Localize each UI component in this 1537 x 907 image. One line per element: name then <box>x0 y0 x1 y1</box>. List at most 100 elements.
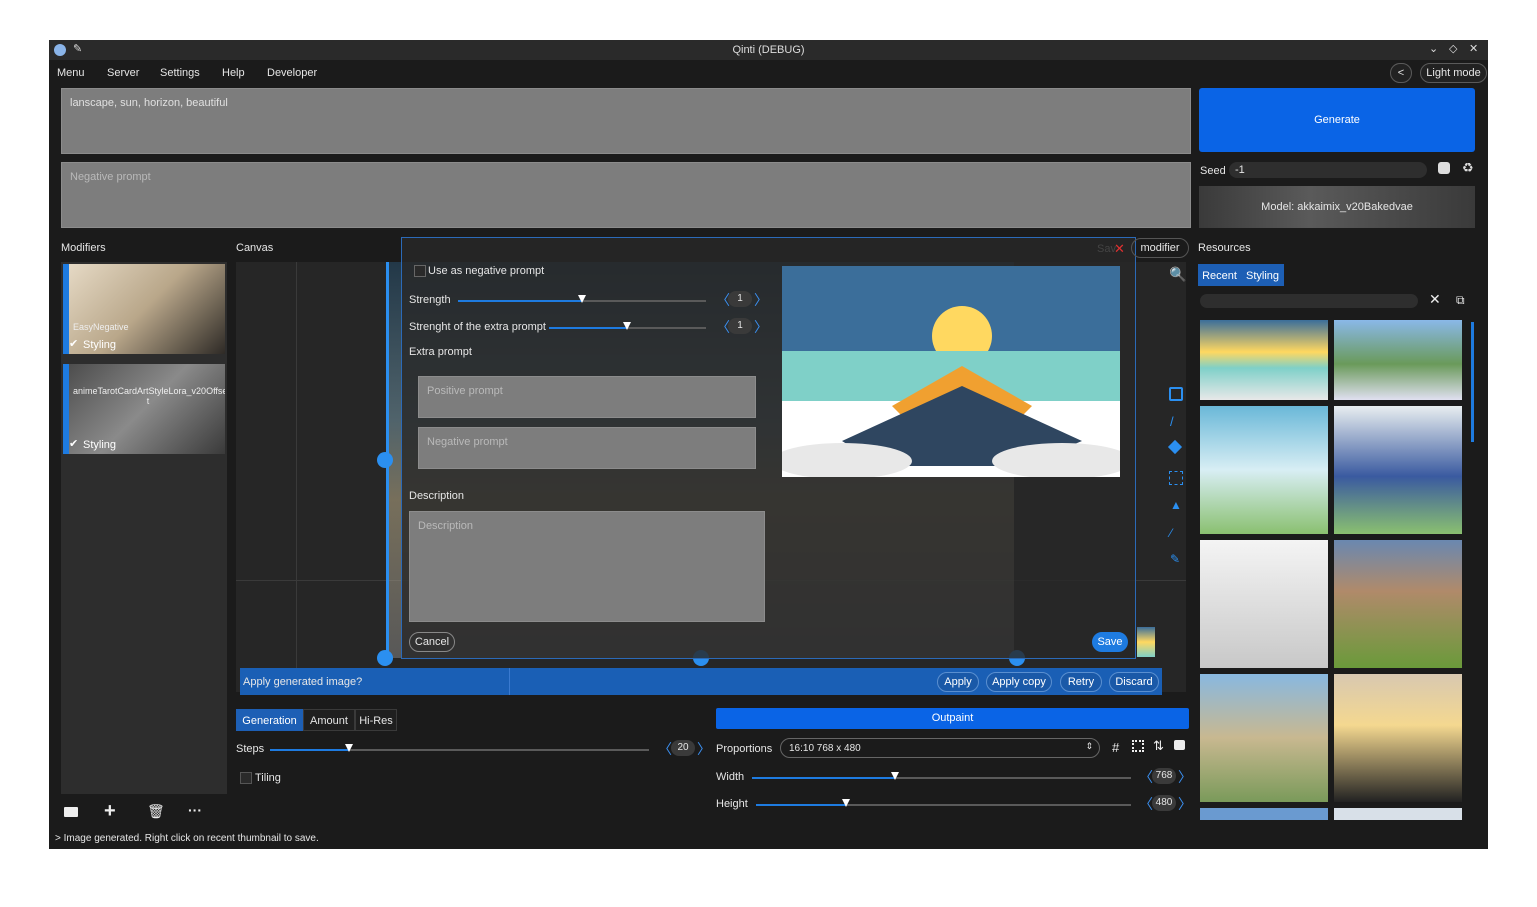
recent-thumbnail[interactable] <box>1334 320 1462 400</box>
height-decrement[interactable]: 〈 <box>1139 797 1153 811</box>
recent-thumbnail[interactable] <box>1200 808 1328 820</box>
clear-search-icon[interactable]: ✕ <box>1429 291 1441 308</box>
resize-handle[interactable] <box>377 452 393 468</box>
swap-icon[interactable]: ⇅ <box>1153 738 1164 754</box>
steps-value[interactable]: 20 <box>671 740 695 756</box>
fullscreen-icon[interactable] <box>1132 740 1144 752</box>
modifier-checkbox[interactable]: ✔ <box>69 337 78 350</box>
chevron-updown-icon: ⇕ <box>1085 741 1093 751</box>
seed-input[interactable]: -1 <box>1229 162 1427 178</box>
height-increment[interactable]: 〉 <box>1178 797 1192 811</box>
save-button[interactable]: Save <box>1092 632 1128 652</box>
fill-icon[interactable]: ▲ <box>1170 498 1182 512</box>
strength-increment[interactable]: 〉 <box>754 293 768 307</box>
recent-thumbnail[interactable] <box>1200 320 1328 400</box>
steps-increment[interactable]: 〉 <box>697 742 711 756</box>
height-value[interactable]: 480 <box>1152 795 1176 811</box>
grid-icon[interactable]: # <box>1112 740 1119 755</box>
model-selector[interactable]: Model: akkaimix_v20Bakedvae <box>1199 186 1475 228</box>
description-label: Description <box>409 490 465 502</box>
recent-thumbnail[interactable] <box>1334 808 1462 820</box>
recent-thumbnail[interactable] <box>1334 540 1462 668</box>
menu-item-help[interactable]: Help <box>222 67 245 79</box>
image-tool-icon[interactable] <box>1169 387 1183 401</box>
steps-decrement[interactable]: 〈 <box>658 742 672 756</box>
extra-strength-slider-handle[interactable] <box>623 322 631 330</box>
description-input[interactable]: Description <box>409 511 765 622</box>
extra-strength-value[interactable]: 1 <box>728 318 752 334</box>
brush-icon[interactable]: / <box>1170 414 1174 429</box>
dialog-thumbnail <box>1137 627 1155 657</box>
outpaint-button[interactable]: Outpaint <box>716 708 1189 729</box>
resource-search-input[interactable] <box>1200 294 1418 308</box>
width-increment[interactable]: 〉 <box>1178 770 1192 784</box>
width-decrement[interactable]: 〈 <box>1139 770 1153 784</box>
tab-amount[interactable]: Amount <box>303 709 355 731</box>
tab-hi-res[interactable]: Hi-Res <box>355 709 397 731</box>
recycle-icon[interactable]: ♻ <box>1462 160 1474 176</box>
recent-thumbnail[interactable] <box>1200 674 1328 802</box>
extra-positive-prompt-input[interactable]: Positive prompt <box>418 376 756 418</box>
extra-negative-prompt-input[interactable]: Negative prompt <box>418 427 756 469</box>
light-mode-button[interactable]: Light mode <box>1420 63 1487 83</box>
canvas-grid-line <box>296 262 297 692</box>
strength-slider-handle[interactable] <box>578 295 586 303</box>
tab-styling[interactable]: Styling <box>1241 264 1284 286</box>
add-to-modifier-button[interactable]: modifier <box>1131 238 1189 258</box>
folder-icon[interactable] <box>64 807 78 817</box>
extra-strength-increment[interactable]: 〉 <box>754 320 768 334</box>
maximize-icon[interactable]: ◇ <box>1449 42 1457 55</box>
more-icon[interactable]: ··· <box>188 802 202 818</box>
resize-handle[interactable] <box>377 650 393 666</box>
cancel-button[interactable]: Cancel <box>409 632 455 652</box>
menu-item-developer[interactable]: Developer <box>267 67 317 79</box>
minimize-icon[interactable]: ⌄ <box>1429 42 1438 55</box>
recent-thumbnail[interactable] <box>1200 406 1328 534</box>
negative-prompt-input[interactable]: Negative prompt <box>61 162 1191 228</box>
close-icon[interactable]: ✕ <box>1469 42 1478 55</box>
retry-button[interactable]: Retry <box>1060 672 1102 692</box>
search-icon[interactable]: 🔍 <box>1169 266 1186 283</box>
generate-button[interactable]: Generate <box>1199 88 1475 152</box>
use-negative-checkbox[interactable] <box>414 265 426 277</box>
width-slider-handle[interactable] <box>891 772 899 780</box>
modifier-card[interactable]: animeTarotCardArtStyleLora_v20Offse t ✔ … <box>63 364 225 454</box>
width-slider-fill <box>752 777 895 779</box>
apply-button[interactable]: Apply <box>937 672 979 692</box>
menu-item-server[interactable]: Server <box>107 67 139 79</box>
strength-value[interactable]: 1 <box>728 291 752 307</box>
seed-value: -1 <box>1235 164 1245 176</box>
trash-icon[interactable]: 🗑 <box>147 803 165 820</box>
prompt-input[interactable]: lanscape, sun, horizon, beautiful <box>61 88 1191 154</box>
add-icon[interactable]: + <box>104 800 116 823</box>
open-external-icon[interactable]: ⧉ <box>1456 293 1465 308</box>
recent-thumbnail[interactable] <box>1334 674 1462 802</box>
modifier-card[interactable]: EasyNegative ✔ Styling <box>63 264 225 354</box>
tab-recent[interactable]: Recent <box>1198 264 1241 286</box>
collapse-button[interactable]: < <box>1390 63 1412 83</box>
modifier-checkbox[interactable]: ✔ <box>69 437 78 450</box>
height-slider-fill <box>756 804 846 806</box>
height-slider-handle[interactable] <box>842 799 850 807</box>
discard-button[interactable]: Discard <box>1109 672 1159 692</box>
apply-copy-button[interactable]: Apply copy <box>986 672 1052 692</box>
recent-thumbnail[interactable] <box>1200 540 1328 668</box>
proportions-select[interactable]: 16:10 768 x 480 ⇕ <box>780 738 1100 758</box>
select-icon[interactable] <box>1169 471 1183 485</box>
width-value[interactable]: 768 <box>1152 768 1176 784</box>
extra-strength-slider-fill <box>549 327 627 329</box>
menu-item-menu[interactable]: Menu <box>57 67 85 79</box>
tiling-checkbox[interactable] <box>240 772 252 784</box>
recent-thumbnails <box>1198 318 1472 820</box>
lock-icon[interactable] <box>1174 740 1185 750</box>
dice-icon[interactable] <box>1438 162 1450 174</box>
wand-icon[interactable]: ⁄ <box>1170 526 1172 540</box>
resources-scrollbar[interactable] <box>1471 322 1474 442</box>
extra-strength-label: Strenght of the extra prompt <box>409 321 546 333</box>
picker-icon[interactable]: ✎ <box>1170 552 1180 566</box>
tab-generation[interactable]: Generation <box>236 709 303 731</box>
steps-slider-handle[interactable] <box>345 744 353 752</box>
dialog-close-icon[interactable]: ✕ <box>1114 241 1125 257</box>
menu-item-settings[interactable]: Settings <box>160 67 200 79</box>
recent-thumbnail[interactable] <box>1334 406 1462 534</box>
